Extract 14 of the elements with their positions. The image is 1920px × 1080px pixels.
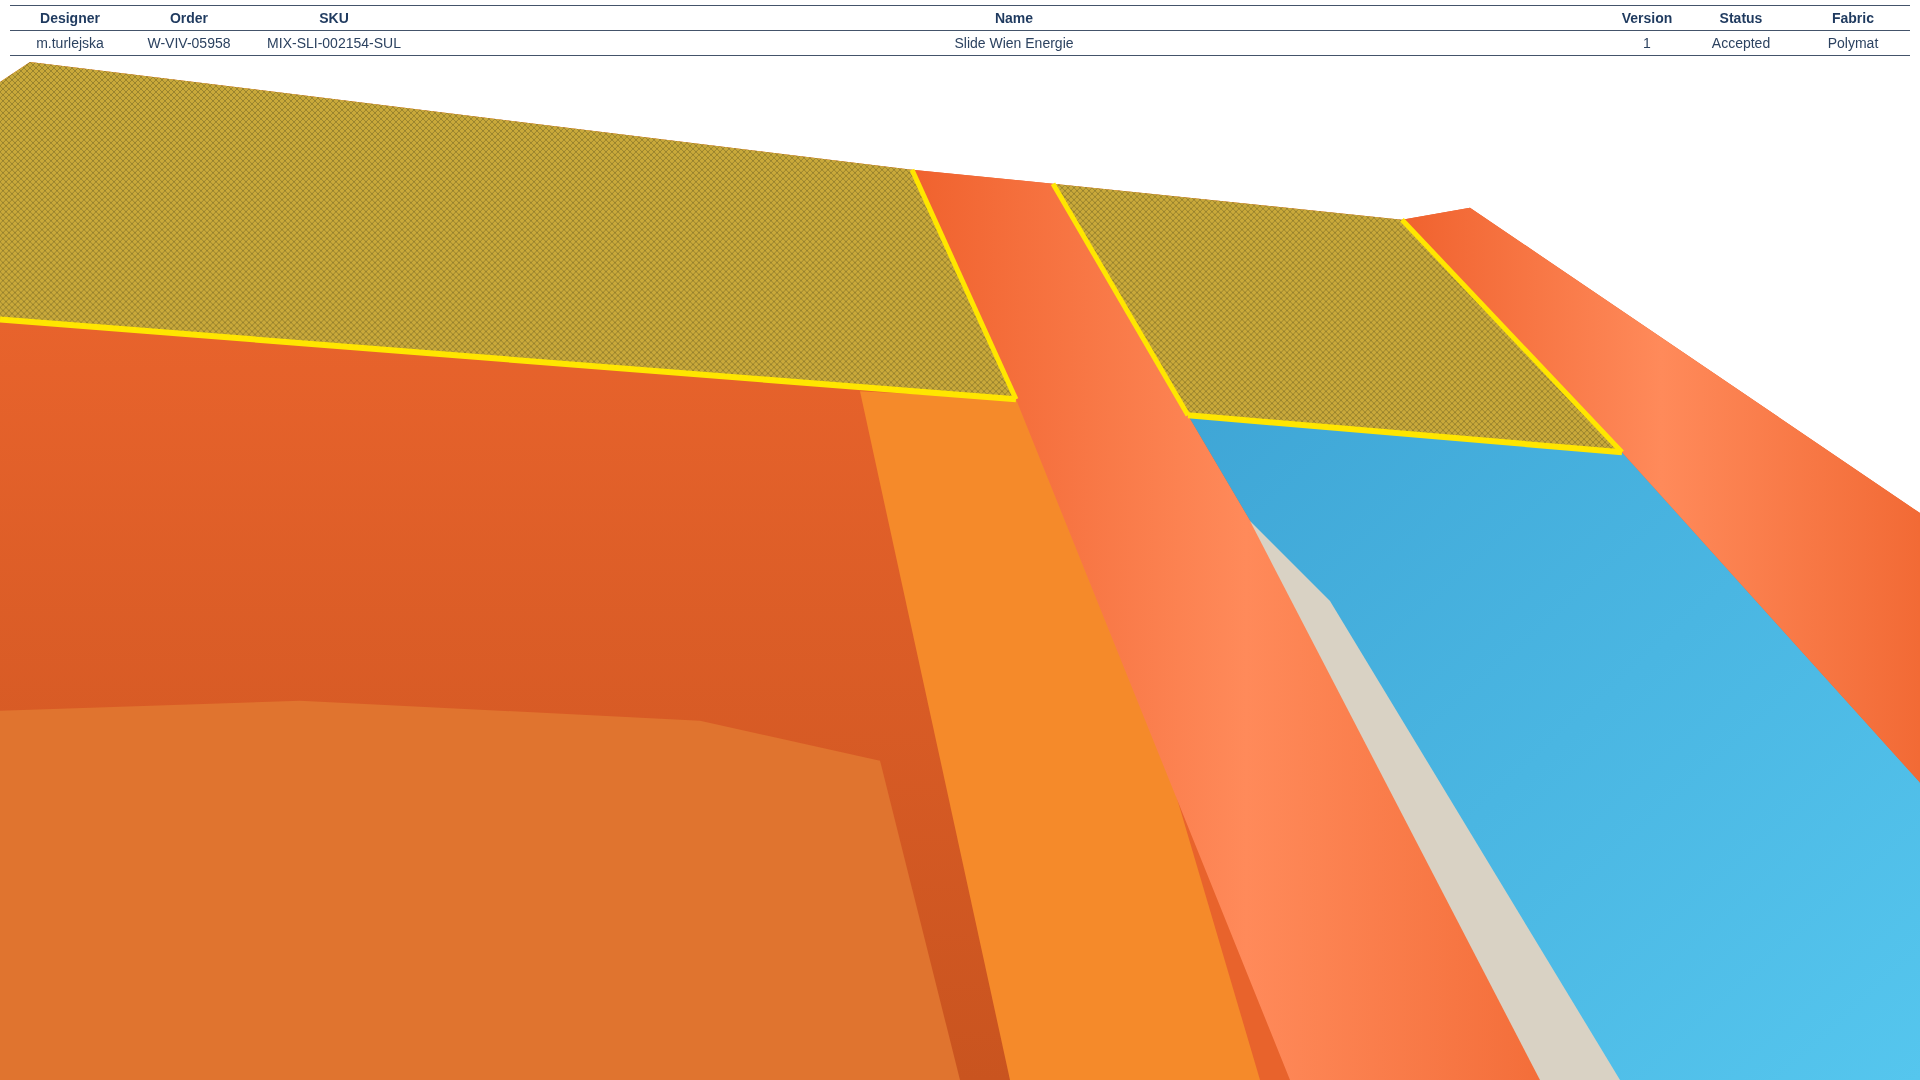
column-header: Version (1608, 5, 1686, 31)
column-header: Fabric (1796, 5, 1910, 31)
column-header: SKU (248, 5, 420, 31)
table-cell: Accepted (1686, 30, 1796, 56)
column-header: Status (1686, 5, 1796, 31)
table-cell: 1 (1608, 30, 1686, 56)
table-cell: Slide Wien Energie (420, 30, 1608, 56)
table-cell: MIX-SLI-002154-SUL (248, 30, 420, 56)
column-header: Designer (10, 5, 130, 31)
table-cell: Polymat (1796, 30, 1910, 56)
table-cell: W-VIV-05958 (130, 30, 248, 56)
column-header: Name (420, 5, 1608, 31)
column-header: Order (130, 5, 248, 31)
table-cell: m.turlejska (10, 30, 130, 56)
